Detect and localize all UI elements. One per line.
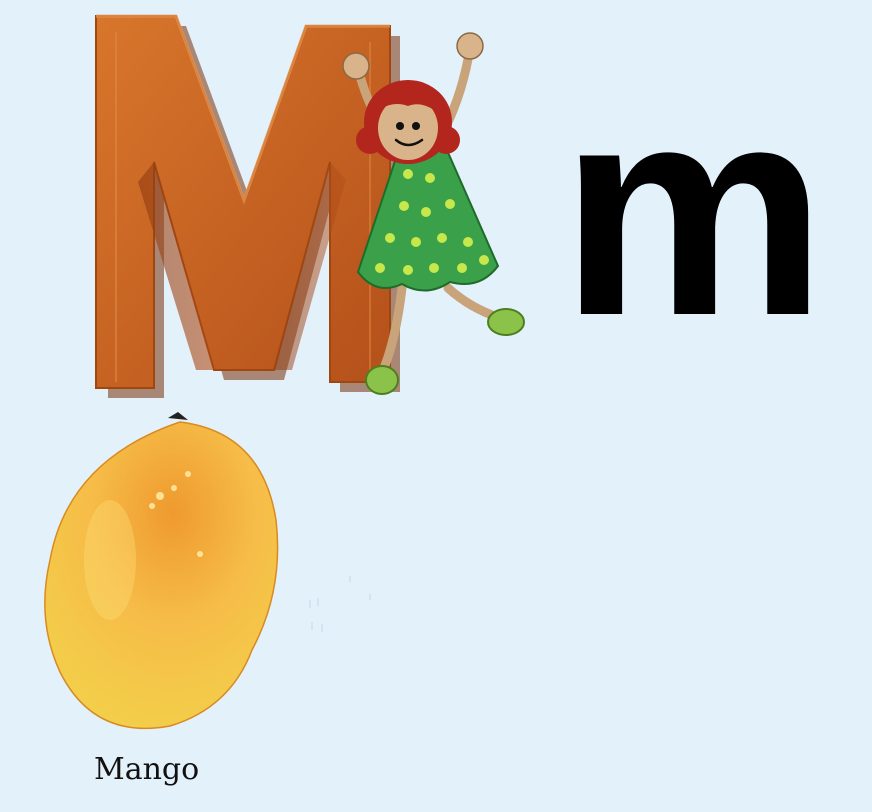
- word-caption: Mango: [94, 752, 200, 787]
- girl-character-illustration: [342, 32, 525, 395]
- lowercase-letter: m: [560, 42, 827, 378]
- sparkle-decoration: [309, 576, 371, 632]
- alphabet-card: m Mango: [0, 0, 872, 812]
- mango-illustration: [44, 412, 279, 730]
